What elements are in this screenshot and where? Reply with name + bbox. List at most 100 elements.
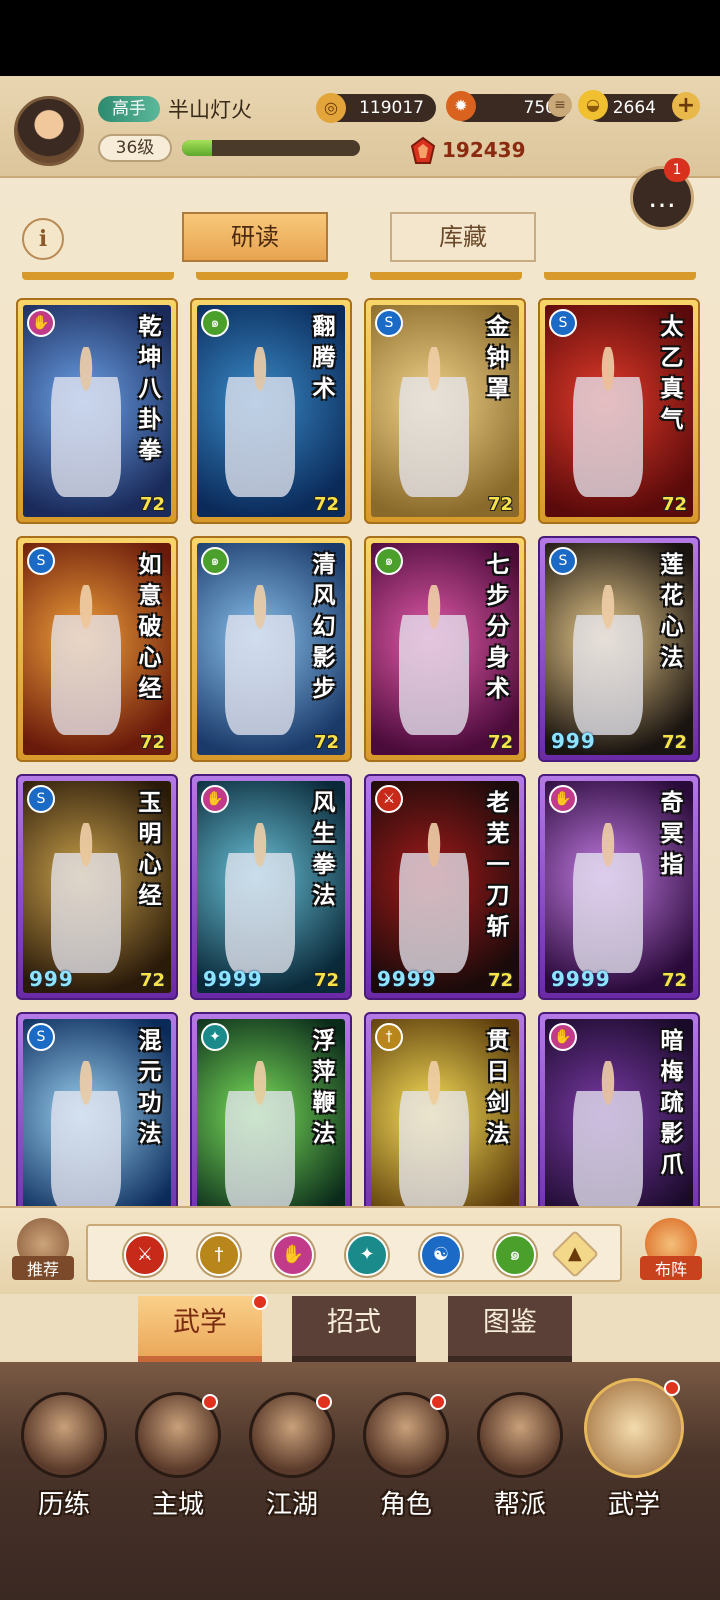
card-art: ✋ 风生拳法 9999 72 [197,781,345,993]
card-art: † 贯日剑法 [371,1019,519,1231]
martial-notification-dot [252,1294,268,1310]
filter-fan-icon[interactable]: ✦ [346,1234,388,1276]
recommend-button[interactable]: 推荐 [12,1218,74,1288]
status-bar [0,0,720,76]
card-level: 72 [661,732,687,753]
palm-type-icon: ✋ [549,785,577,813]
card-row-stub [22,272,174,280]
yinyang-type-icon: S [549,309,577,337]
gold-value: 2664 [612,98,656,118]
hero-figure [51,1061,121,1211]
card-art: ✋ 暗梅疏影爪 [545,1019,693,1231]
card-title: 玉明心经 [138,789,162,909]
nav-label: 帮派 [493,1490,546,1520]
level-label: 36级 [98,134,172,162]
skill-card[interactable]: ✋ 乾坤八卦拳 72 [16,298,178,524]
tab-study[interactable]: 研读 [182,212,328,262]
card-level: 72 [139,970,165,991]
card-pips: 9999 [203,967,263,991]
subtab-moves[interactable]: 招式 [292,1296,416,1362]
subtab-martial[interactable]: 武学 [138,1296,262,1362]
hero-figure [225,1061,295,1211]
card-art: S 莲花心法 999 72 [545,543,693,755]
skill-card[interactable]: S 太乙真气 72 [538,298,700,524]
card-title: 太乙真气 [660,313,684,433]
filter-blade-icon[interactable]: ⚔ [124,1234,166,1276]
card-title: 暗梅疏影爪 [660,1027,684,1178]
hero-figure [51,823,121,973]
fan-type-icon: ✦ [201,1023,229,1051]
info-button[interactable]: i [22,218,64,260]
card-row-stub [196,272,348,280]
player-name: 半山灯火 [168,98,252,122]
hero-figure [573,585,643,735]
skill-card[interactable]: ✋ 奇冥指 9999 72 [538,774,700,1000]
nav-item[interactable]: 角色 [350,1392,462,1521]
filter-swirl-icon[interactable]: ๑ [494,1234,536,1276]
nav-item[interactable]: 主城 [122,1392,234,1521]
skill-card[interactable]: S 莲花心法 999 72 [538,536,700,762]
filter-sword-icon[interactable]: † [198,1234,240,1276]
player-header: 高手 半山灯火 36级 119017 ◎ 750 ✹ ≡ 2664 ◒ + 19… [0,76,720,178]
nav-item[interactable]: 江湖 [236,1392,348,1521]
skill-card[interactable]: ✋ 风生拳法 9999 72 [190,774,352,1000]
player-avatar[interactable] [14,96,84,166]
xp-bar [182,140,360,156]
notification-dot [316,1394,332,1410]
card-title: 清风幻影步 [312,551,336,702]
filter-bar: 推荐 ⚔ † ✋ ✦ ☯ ๑ ▲ 布阵 [0,1206,720,1294]
yinyang-type-icon: S [27,785,55,813]
hero-figure [399,823,469,973]
card-title: 金钟罩 [486,313,510,402]
nav-icon [21,1392,107,1478]
blade-type-icon: ⚔ [375,785,403,813]
notification-dot [664,1380,680,1396]
hero-figure [399,585,469,735]
card-title: 莲花心法 [660,551,684,671]
tab-collection[interactable]: 库藏 [390,212,536,262]
skill-card[interactable]: S 玉明心经 999 72 [16,774,178,1000]
nav-item[interactable]: 历练 [8,1392,120,1521]
hero-figure [399,347,469,497]
add-gold-icon[interactable]: + [672,92,700,120]
card-art: ๑ 七步分身术 72 [371,543,519,755]
card-art: S 玉明心经 999 72 [23,781,171,993]
card-title: 贯日剑法 [486,1027,510,1147]
card-pips: 999 [29,967,74,991]
palm-type-icon: ✋ [201,785,229,813]
coins-value: 119017 [359,98,424,118]
card-row-stub [544,272,696,280]
skill-card[interactable]: S 如意破心经 72 [16,536,178,762]
skill-card[interactable]: ๑ 翻腾术 72 [190,298,352,524]
card-title: 翻腾术 [312,313,336,402]
card-art: ⚔ 老芜一刀斩 9999 72 [371,781,519,993]
skill-card[interactable]: ✦ 浮萍鞭法 [190,1012,352,1238]
card-title: 老芜一刀斩 [486,789,510,940]
card-art: S 金钟罩 72 [371,305,519,517]
skill-card[interactable]: ๑ 清风幻影步 72 [190,536,352,762]
gold-ingot-icon: ◒ [578,90,608,120]
swirl-type-icon: ๑ [201,309,229,337]
subtab-codex[interactable]: 图鉴 [448,1296,572,1362]
nav-item[interactable]: 帮派 [464,1392,576,1521]
chat-bubble-icon: … [648,181,676,214]
expand-filter-icon[interactable]: ▲ [550,1229,600,1279]
card-art: ๑ 清风幻影步 72 [197,543,345,755]
card-title: 乾坤八卦拳 [138,313,162,464]
card-art: ✋ 乾坤八卦拳 72 [23,305,171,517]
skill-card[interactable]: S 金钟罩 72 [364,298,526,524]
yinyang-type-icon: S [27,1023,55,1051]
card-title: 奇冥指 [660,789,684,878]
skill-card[interactable]: ⚔ 老芜一刀斩 9999 72 [364,774,526,1000]
formation-button[interactable]: 布阵 [640,1218,702,1288]
filter-palm-icon[interactable]: ✋ [272,1234,314,1276]
skill-card[interactable]: † 贯日剑法 [364,1012,526,1238]
hero-figure [573,823,643,973]
skill-card[interactable]: ✋ 暗梅疏影爪 [538,1012,700,1238]
hero-figure [399,1061,469,1211]
skill-card[interactable]: S 混元功法 [16,1012,178,1238]
filter-yinyang-icon[interactable]: ☯ [420,1234,462,1276]
nav-item[interactable]: 武学 [578,1378,690,1521]
skill-card[interactable]: ๑ 七步分身术 72 [364,536,526,762]
hero-figure [573,347,643,497]
